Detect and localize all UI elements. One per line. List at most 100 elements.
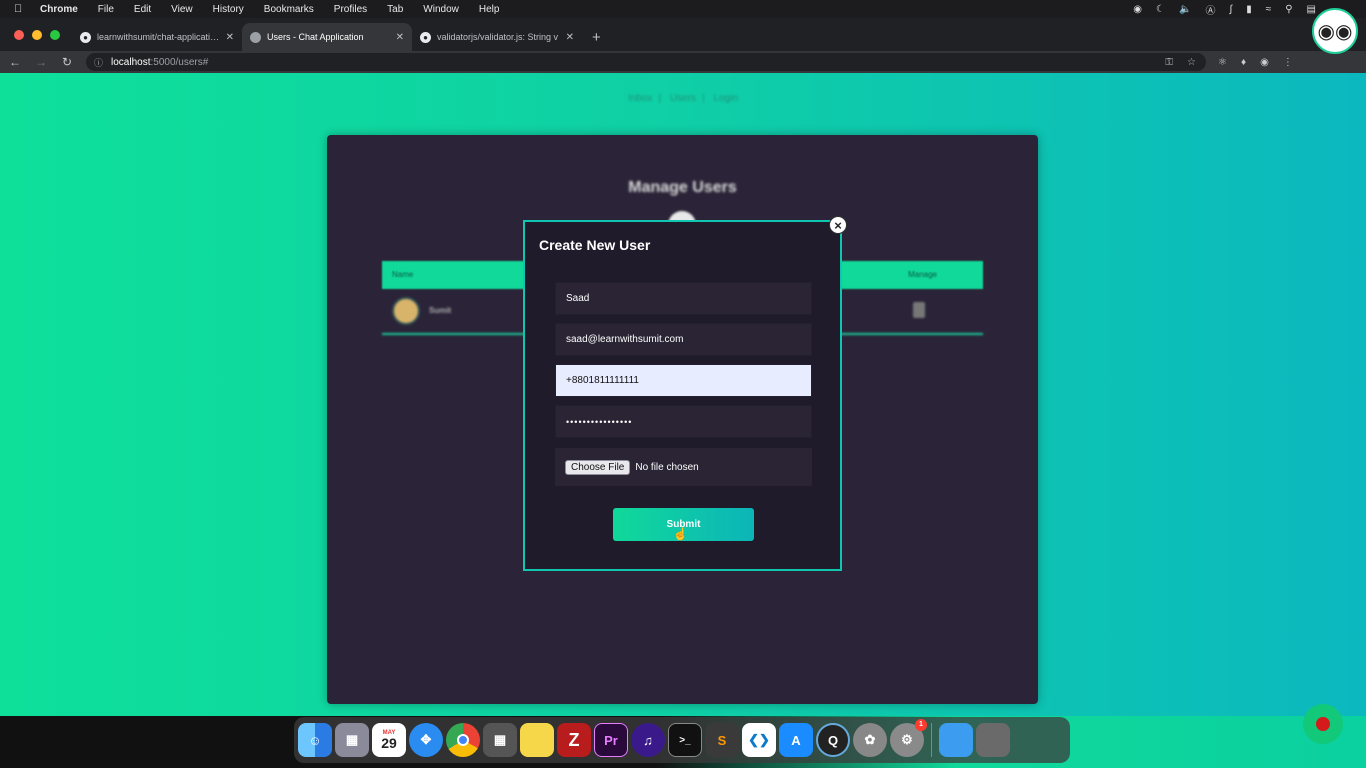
menu-file[interactable]: File [98, 4, 114, 15]
pointer-cursor-icon: ☝ [673, 527, 688, 541]
calendar-day: 29 [381, 735, 397, 751]
zoom-window-button[interactable] [50, 29, 60, 40]
menu-profiles[interactable]: Profiles [334, 4, 367, 15]
menu-tab[interactable]: Tab [387, 4, 403, 15]
name-field[interactable]: Saad [555, 282, 812, 315]
battery-icon[interactable]: ▮ [1246, 4, 1252, 15]
record-dot-icon [1316, 717, 1330, 731]
tab-title: Users - Chat Application [267, 32, 364, 42]
volume-icon[interactable]: 🔈 [1179, 4, 1191, 15]
tab-users-chat-application[interactable]: Users - Chat Application ✕ [242, 23, 412, 51]
mac-menubar:  Chrome File Edit View History Bookmark… [0, 0, 1366, 18]
nav-link-inbox[interactable]: Inbox [628, 93, 652, 104]
mobile-field[interactable]: +8801811111111 [555, 364, 812, 397]
record-status-icon[interactable]: ◉ [1133, 4, 1142, 15]
folder-icon[interactable] [939, 723, 973, 757]
spotlight-search-icon[interactable]: ⚲ [1285, 4, 1292, 15]
tab-validator-js[interactable]: ● validatorjs/validator.js: String v ✕ [412, 23, 582, 51]
github-icon: ● [420, 31, 431, 43]
moon-icon[interactable]: ☾ [1156, 4, 1165, 15]
menu-bookmarks[interactable]: Bookmarks [264, 4, 314, 15]
tab-title: validatorjs/validator.js: String v [437, 32, 559, 42]
key-icon[interactable]: ⚿ [1165, 57, 1173, 68]
launchpad-icon[interactable]: ▦ [335, 723, 369, 757]
vscode-icon[interactable]: ❮❯ [742, 723, 776, 757]
close-icon[interactable]: × [829, 216, 847, 234]
email-field[interactable]: saad@learnwithsumit.com [555, 323, 812, 356]
page-viewport: Inbox | Users | Login Manage Users Name Ma… [0, 73, 1366, 716]
calculator-icon[interactable]: ▦ [483, 723, 517, 757]
extensions-puzzle-icon[interactable]: ♦ [1241, 57, 1246, 68]
control-center-icon[interactable]: ▤ [1307, 4, 1316, 15]
more-menu-icon[interactable]: ⋮ [1283, 57, 1293, 68]
close-window-button[interactable] [14, 29, 24, 40]
page-title: Manage Users [628, 179, 737, 196]
appstore-icon[interactable]: A [779, 723, 813, 757]
trash-icon[interactable] [913, 302, 925, 318]
profile-icon[interactable]: ◉ [1260, 57, 1269, 68]
tab-close-icon[interactable]: ✕ [396, 32, 404, 43]
trash-icon[interactable] [976, 723, 1010, 757]
url-path: :5000/users# [150, 56, 209, 68]
column-header-name: Name [392, 270, 414, 279]
minimize-window-button[interactable] [32, 29, 42, 40]
choose-file-button[interactable]: Choose File [565, 459, 631, 475]
app-icon [250, 31, 261, 43]
filezilla-icon[interactable]: Z [557, 723, 591, 757]
safari-icon[interactable]: ✥ [409, 723, 443, 757]
apple-menu-icon[interactable]:  [14, 3, 26, 15]
reload-icon[interactable]: ↻ [60, 55, 74, 69]
calendar-icon[interactable]: MAY 29 [372, 723, 406, 757]
wifi-icon[interactable]: ≈ [1266, 4, 1272, 15]
screen-record-button[interactable] [1303, 704, 1343, 744]
tab-github-chat-application[interactable]: ● learnwithsumit/chat-application ✕ [72, 23, 242, 51]
modal-title: Create New User [539, 237, 651, 253]
finder-icon[interactable]: ☺ [298, 723, 332, 757]
tab-title: learnwithsumit/chat-application [97, 32, 220, 42]
bookmark-star-icon[interactable]: ☆ [1187, 57, 1196, 68]
menu-window[interactable]: Window [423, 4, 459, 15]
keyboard-input-icon[interactable]: Ⓐ [1205, 2, 1215, 17]
menu-app-name[interactable]: Chrome [40, 4, 78, 15]
column-header-manage: Manage [908, 270, 937, 279]
premiere-icon[interactable]: Pr [594, 723, 628, 757]
github-icon: ● [80, 31, 91, 43]
back-arrow-icon[interactable]: ← [8, 55, 22, 69]
audition-icon[interactable]: ♫ [631, 723, 665, 757]
react-devtools-icon[interactable]: ⚛ [1218, 57, 1227, 68]
top-navigation: Inbox | Users | Login [628, 93, 738, 104]
notification-badge: 1 [915, 719, 927, 731]
menu-history[interactable]: History [213, 4, 244, 15]
site-info-icon[interactable]: ⓘ [94, 56, 103, 69]
tab-close-icon[interactable]: ✕ [226, 32, 234, 43]
url-host: localhost [111, 56, 151, 68]
nav-link-login[interactable]: Login [713, 93, 737, 104]
bluetooth-icon[interactable]: ∫ [1229, 4, 1232, 15]
user-name: Sumit [429, 306, 452, 315]
address-bar[interactable]: ⓘ localhost:5000/users# ⚿ ☆ [86, 53, 1206, 71]
file-status-text: No file chosen [635, 461, 699, 473]
avatar-file-input: Choose File No file chosen [555, 448, 812, 486]
menubar-status-area: ◉ ☾ 🔈 Ⓐ ∫ ▮ ≈ ⚲ ▤ [1133, 0, 1316, 18]
browser-tab-strip: ● learnwithsumit/chat-application ✕ User… [0, 18, 1366, 51]
forward-arrow-icon[interactable]: → [34, 55, 48, 69]
window-controls [0, 18, 72, 51]
quicktime-icon[interactable]: Q [816, 723, 850, 757]
menu-help[interactable]: Help [479, 4, 500, 15]
tab-close-icon[interactable]: ✕ [566, 32, 574, 43]
chrome-icon[interactable] [446, 723, 480, 757]
new-tab-button[interactable]: + [582, 23, 611, 51]
menu-view[interactable]: View [171, 4, 193, 15]
macos-dock: ☺ ▦ MAY 29 ✥ ▦ Z Pr ♫ >_ S ❮❯ A Q ✿ ⚙ 1 [294, 717, 1070, 763]
notes-icon[interactable] [520, 723, 554, 757]
photo-slideshow-icon[interactable]: ✿ [853, 723, 887, 757]
browser-toolbar: ← → ↻ ⓘ localhost:5000/users# ⚿ ☆ ⚛ ♦ ◉ … [0, 51, 1366, 73]
dock-separator [931, 723, 932, 757]
menu-edit[interactable]: Edit [134, 4, 151, 15]
nav-link-users[interactable]: Users [670, 93, 696, 104]
system-preferences-icon[interactable]: ⚙ 1 [890, 719, 927, 757]
terminal-icon[interactable]: >_ [668, 723, 702, 757]
sublime-icon[interactable]: S [705, 723, 739, 757]
password-field[interactable]: •••••••••••••••• [555, 405, 812, 438]
avatar [392, 297, 420, 325]
